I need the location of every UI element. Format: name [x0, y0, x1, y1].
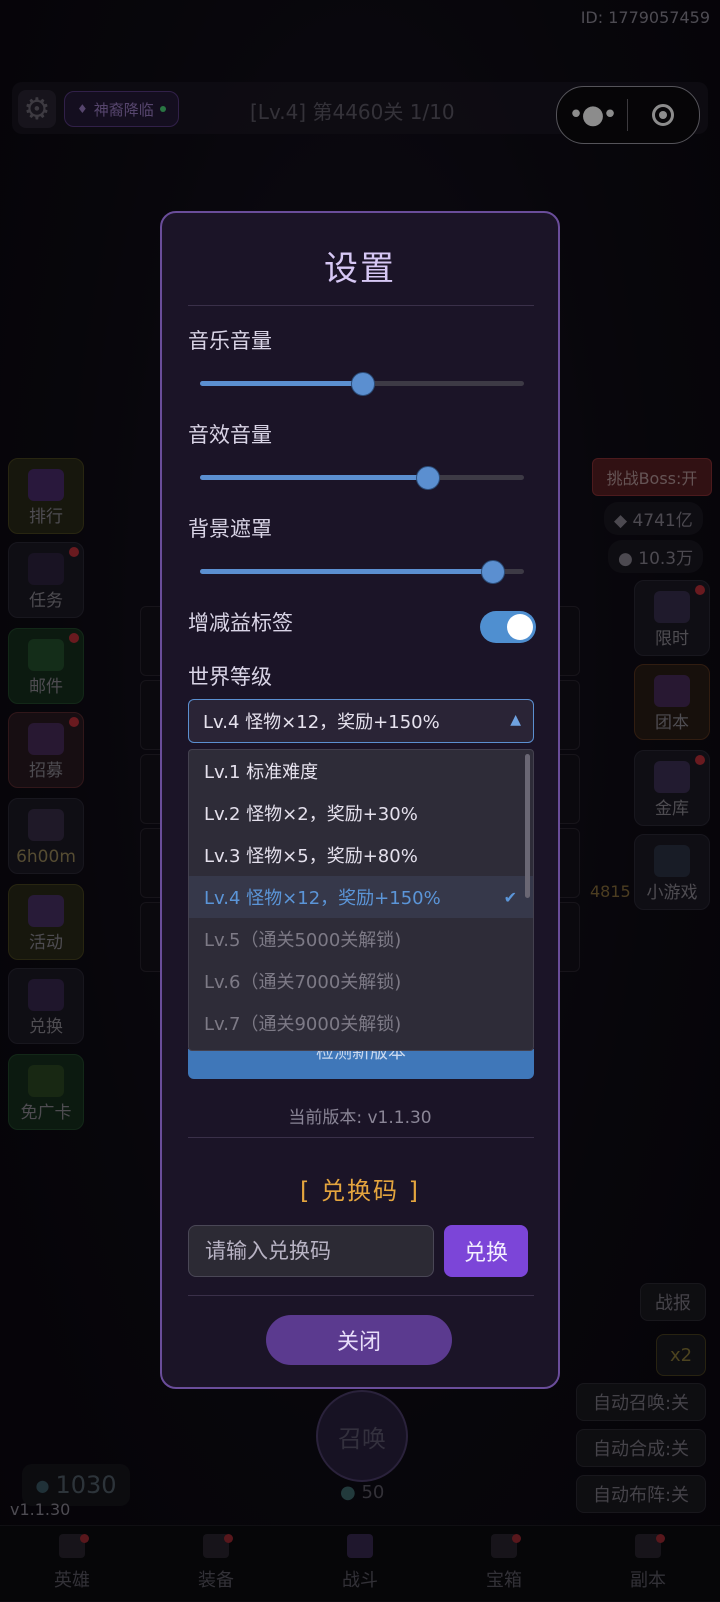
bg-mask-slider[interactable]: [200, 560, 524, 584]
world-level-option-locked: Lv.5（通关5000关解锁): [204, 930, 402, 951]
divider: [188, 1295, 534, 1296]
redeem-button[interactable]: 兑换: [444, 1225, 528, 1277]
world-level-option-locked: Lv.6（通关7000关解锁): [204, 972, 402, 993]
slider-handle[interactable]: [480, 560, 505, 584]
check-update-button[interactable]: 检测新版本: [188, 1049, 534, 1079]
chevron-up-icon: ▲: [510, 712, 521, 728]
world-level-option-selected[interactable]: Lv.4 怪物×12，奖励+150% ✔: [189, 876, 533, 918]
buff-tags-toggle[interactable]: [480, 611, 536, 643]
modal-title: 设置: [324, 249, 396, 289]
divider: [188, 1137, 534, 1138]
bg-mask-label: 背景遮罩: [188, 517, 272, 541]
redeem-title: [ 兑换码 ]: [300, 1177, 420, 1205]
redeem-code-input[interactable]: [188, 1225, 434, 1277]
current-version: 当前版本: v1.1.30: [288, 1108, 432, 1128]
slider-fill: [200, 475, 427, 480]
close-button[interactable]: 关闭: [266, 1315, 452, 1365]
world-level-option[interactable]: Lv.1 标准难度: [189, 750, 533, 792]
settings-modal: 设置 音乐音量 音效音量 背景遮罩 增减益标签 世界等级 Lv.4 怪物×12，…: [160, 211, 560, 1389]
option-label: Lv.4 怪物×12，奖励+150%: [204, 888, 441, 909]
check-icon: ✔: [503, 887, 517, 907]
divider: [188, 305, 534, 306]
slider-handle[interactable]: [415, 466, 440, 490]
world-level-dropdown: Lv.1 标准难度 Lv.2 怪物×2，奖励+30% Lv.3 怪物×5，奖励+…: [188, 749, 534, 1051]
world-level-option[interactable]: Lv.2 怪物×2，奖励+30%: [189, 792, 533, 834]
slider-fill: [200, 569, 492, 574]
slider-fill: [200, 381, 362, 386]
sfx-volume-label: 音效音量: [188, 423, 272, 447]
sfx-volume-slider[interactable]: [200, 466, 524, 490]
world-level-option-locked: Lv.7（通关9000关解锁): [204, 1014, 402, 1035]
buff-tags-label: 增减益标签: [188, 611, 293, 635]
world-level-label: 世界等级: [188, 665, 272, 689]
world-level-select[interactable]: Lv.4 怪物×12，奖励+150% ▲: [188, 699, 534, 743]
slider-handle[interactable]: [351, 372, 375, 396]
music-volume-label: 音乐音量: [188, 329, 272, 353]
dropdown-scrollbar[interactable]: [525, 754, 530, 898]
toggle-knob: [507, 614, 533, 640]
world-level-option[interactable]: Lv.3 怪物×5，奖励+80%: [189, 834, 533, 876]
music-volume-slider[interactable]: [200, 372, 524, 396]
world-level-selected: Lv.4 怪物×12，奖励+150%: [203, 712, 440, 733]
